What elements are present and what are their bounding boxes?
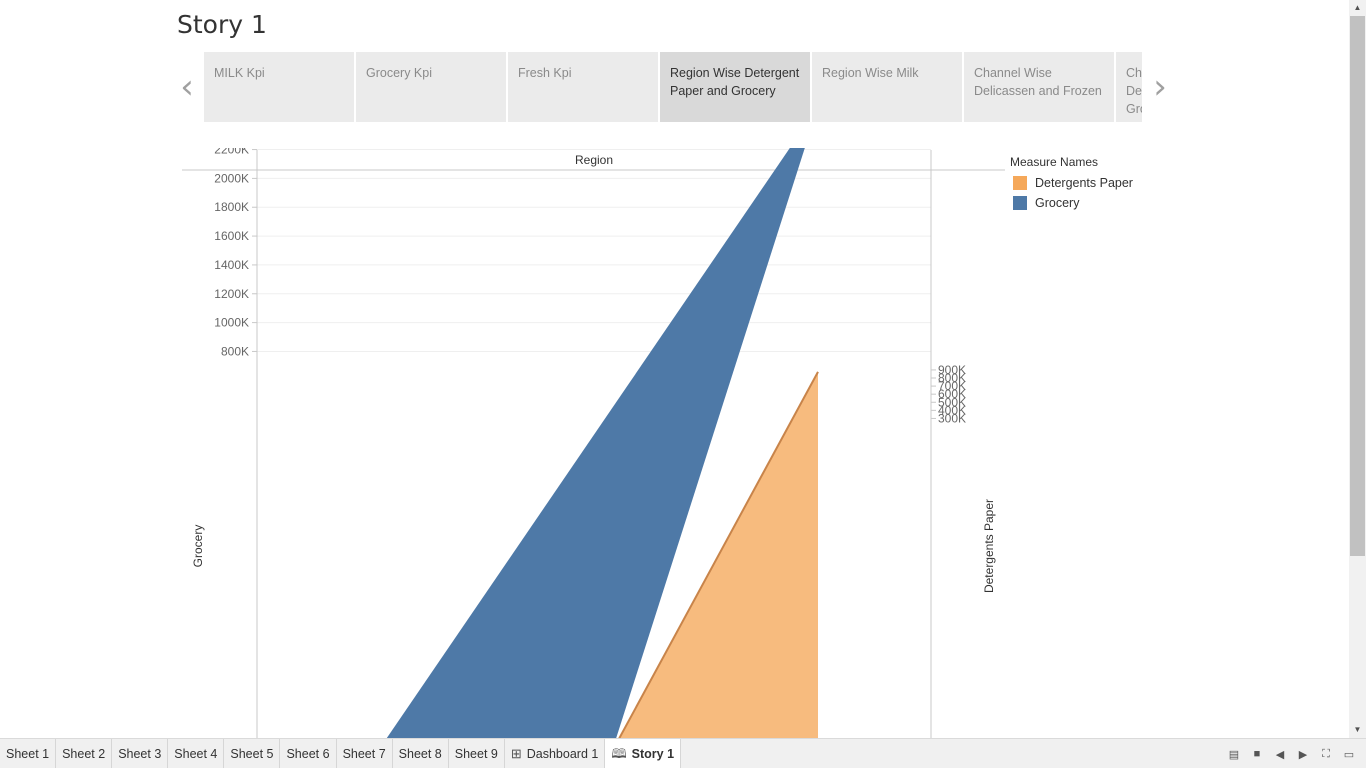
column-header-region: Region <box>575 153 613 167</box>
left-tick-label: 1600K <box>214 229 249 243</box>
sheet-tab-bar: Sheet 1 Sheet 2 Sheet 3 Sheet 4 Sheet 5 … <box>0 738 1366 768</box>
dual-axis-area-chart[interactable]: Region 800K 1000K 1200K 1400K 1600K 1800K 2000K… <box>180 148 1010 738</box>
story-title: Story 1 <box>177 10 267 39</box>
tab-label: Sheet 9 <box>454 746 498 761</box>
right-axis-title: Detergents Paper <box>982 499 996 593</box>
show-tabs-icon[interactable]: ■ <box>1246 743 1268 765</box>
tab-story-1[interactable]: 🕮 Story 1 <box>605 739 682 768</box>
left-tick-label: 1400K <box>214 258 249 272</box>
scroll-up-arrow-icon[interactable]: ▲ <box>1349 2 1366 14</box>
previous-story-point-chevron-left-icon[interactable]: ‹ <box>175 70 199 104</box>
sheet-tabs: Sheet 1 Sheet 2 Sheet 3 Sheet 4 Sheet 5 … <box>0 739 682 768</box>
tab-sheet-3[interactable]: Sheet 3 <box>112 739 169 768</box>
tab-sheet-2[interactable]: Sheet 2 <box>56 739 113 768</box>
tab-label: Sheet 5 <box>230 746 274 761</box>
story-point-grocery-kpi[interactable]: Grocery Kpi <box>356 52 506 122</box>
vertical-scrollbar[interactable]: ▲ ▼ <box>1349 0 1366 738</box>
previous-sheet-icon[interactable]: ◀ <box>1269 743 1291 765</box>
next-sheet-icon[interactable]: ▶ <box>1292 743 1314 765</box>
chart-svg: Region 800K 1000K 1200K 1400K 1600K 1800K 2000K… <box>182 148 1005 738</box>
tab-label: Sheet 6 <box>286 746 330 761</box>
story-point-milk-kpi[interactable]: MILK Kpi <box>204 52 354 122</box>
right-tick-label: 900K <box>938 363 966 377</box>
left-tick-label: 2200K <box>214 148 249 157</box>
tab-sheet-8[interactable]: Sheet 8 <box>393 739 449 768</box>
legend-item-detergents-paper[interactable]: Detergents Paper <box>1010 173 1170 193</box>
story-point-region-wise-detergent-paper-and-grocery[interactable]: Region Wise Detergent Paper and Grocery <box>660 52 810 122</box>
left-tick-label: 2000K <box>214 171 249 185</box>
tab-sheet-5[interactable]: Sheet 5 <box>224 739 281 768</box>
tab-label: Sheet 2 <box>62 746 106 761</box>
story-point-channel-wise-detergent-paper-and-grocery[interactable]: Channel Wise Detergent Paper and Grocery <box>1116 52 1142 122</box>
left-tick-label: 1200K <box>214 287 249 301</box>
tab-label: Sheet 8 <box>398 746 442 761</box>
left-axis-title: Grocery <box>191 525 205 568</box>
story-icon: 🕮 <box>611 745 627 761</box>
tab-label: Sheet 7 <box>342 746 386 761</box>
tab-sheet-1[interactable]: Sheet 1 <box>0 739 57 768</box>
tab-sheet-6[interactable]: Sheet 6 <box>280 739 337 768</box>
tab-label: Story 1 <box>631 746 675 761</box>
tab-label: Dashboard 1 <box>526 746 599 761</box>
tab-bar-controls: ▤ ■ ◀ ▶ ⛶ ▭ <box>1222 739 1360 768</box>
next-story-point-chevron-right-icon[interactable]: › <box>1148 70 1172 104</box>
left-tick-label: 1000K <box>214 316 249 330</box>
presentation-mode-icon[interactable]: ▭ <box>1338 743 1360 765</box>
tableau-story-window: Story 1 ‹ MILK Kpi Grocery Kpi Fresh Kpi… <box>0 0 1366 768</box>
legend-swatch-detergents-paper <box>1013 176 1027 190</box>
left-tick-label: 1800K <box>214 200 249 214</box>
story-point-region-wise-milk[interactable]: Region Wise Milk <box>812 52 962 122</box>
tab-dashboard-1[interactable]: ⊞ Dashboard 1 <box>505 739 606 768</box>
legend-swatch-grocery <box>1013 196 1027 210</box>
tab-sheet-4[interactable]: Sheet 4 <box>168 739 225 768</box>
story-point-channel-wise-delicassen-and-frozen[interactable]: Channel Wise Delicassen and Frozen <box>964 52 1114 122</box>
fullscreen-icon[interactable]: ⛶ <box>1315 743 1337 765</box>
legend-label-grocery: Grocery <box>1035 196 1080 210</box>
show-filmstrip-icon[interactable]: ▤ <box>1223 743 1245 765</box>
story-point-fresh-kpi[interactable]: Fresh Kpi <box>508 52 658 122</box>
story-navigator: MILK Kpi Grocery Kpi Fresh Kpi Region Wi… <box>204 52 1142 122</box>
scrollbar-thumb[interactable] <box>1350 16 1365 556</box>
legend: Measure Names Detergents Paper Grocery <box>1010 155 1170 213</box>
legend-title: Measure Names <box>1010 155 1099 169</box>
tab-label: Sheet 4 <box>174 746 218 761</box>
legend-item-grocery[interactable]: Grocery <box>1010 193 1170 213</box>
tab-label: Sheet 3 <box>118 746 162 761</box>
tab-sheet-7[interactable]: Sheet 7 <box>337 739 393 768</box>
legend-label-detergents-paper: Detergents Paper <box>1035 176 1133 190</box>
tab-label: Sheet 1 <box>6 746 50 761</box>
dashboard-icon: ⊞ <box>510 745 522 761</box>
scroll-down-arrow-icon[interactable]: ▼ <box>1349 724 1366 736</box>
tab-sheet-9[interactable]: Sheet 9 <box>449 739 505 768</box>
left-tick-label: 800K <box>221 344 249 358</box>
